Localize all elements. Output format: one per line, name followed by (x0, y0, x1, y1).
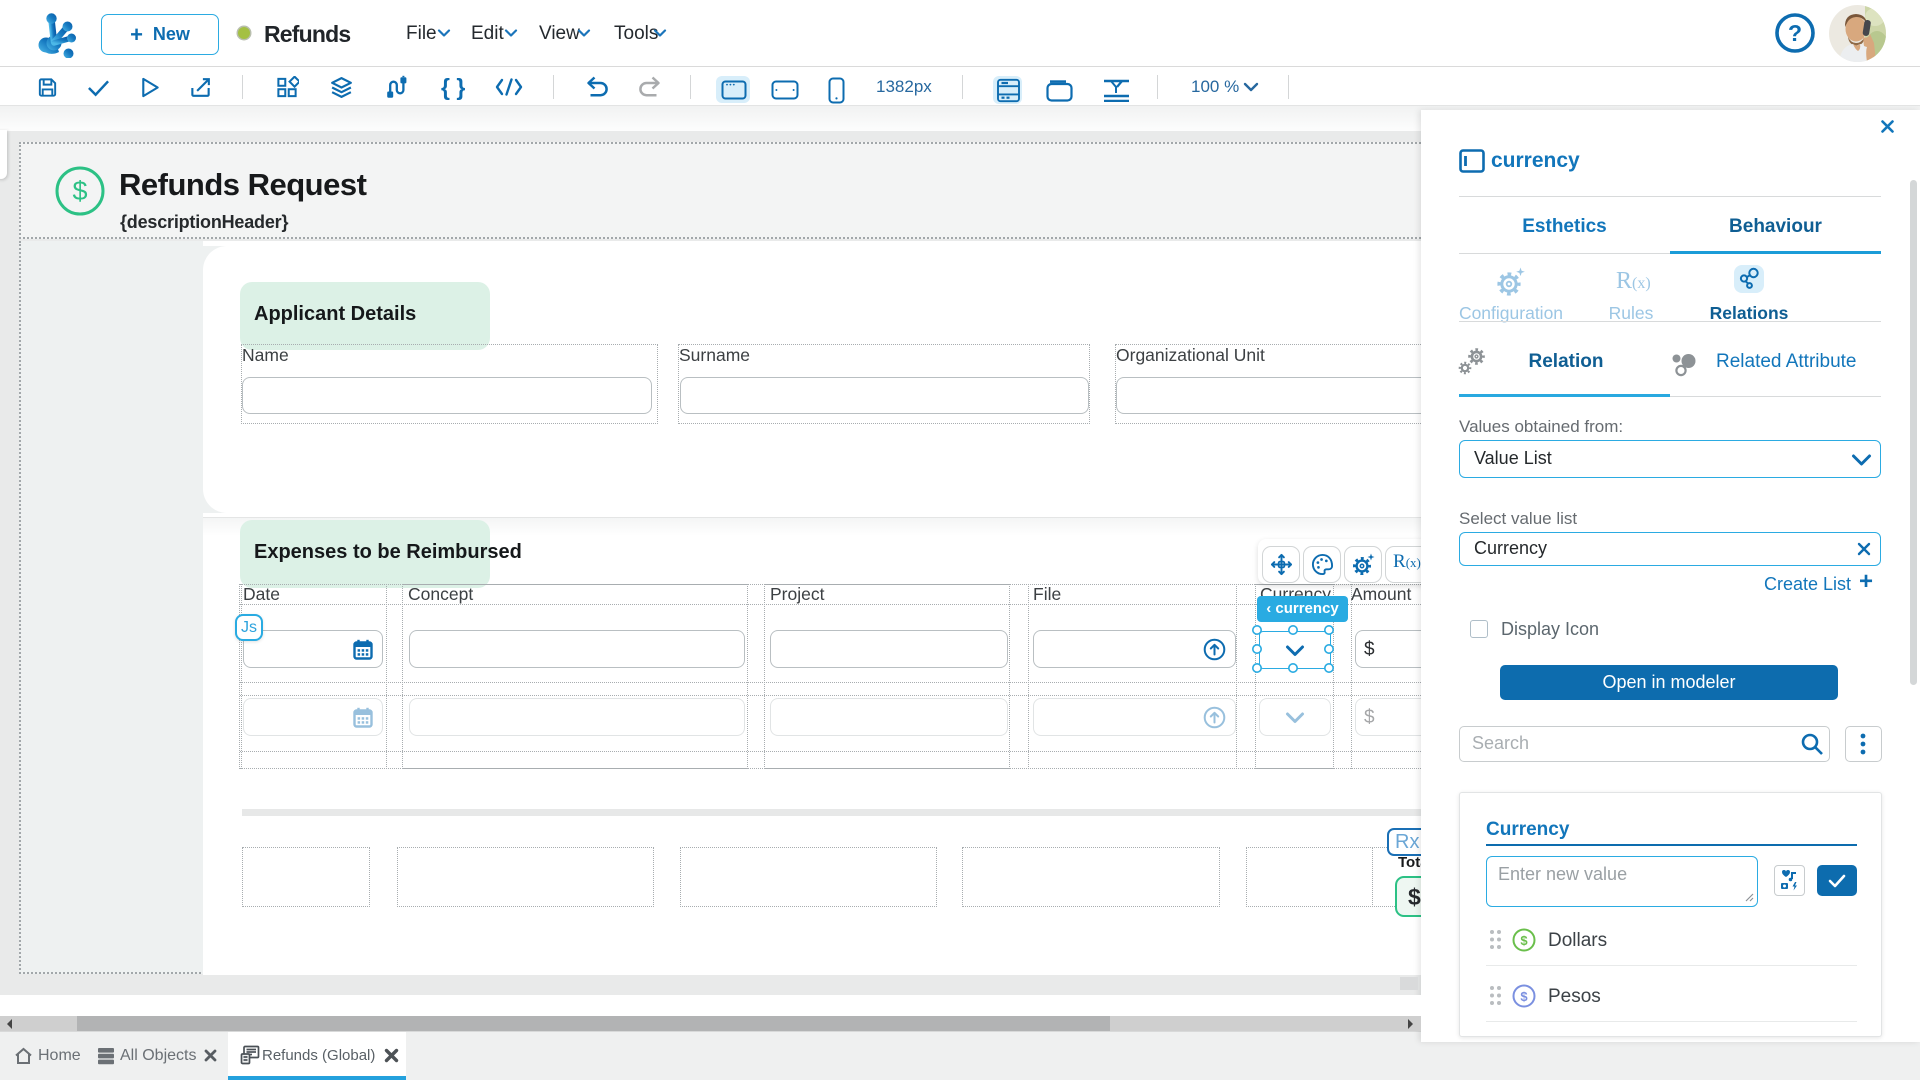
svg-text:$: $ (1520, 933, 1528, 948)
svg-text:$: $ (1520, 989, 1528, 1004)
svg-text:$: $ (72, 176, 87, 206)
svg-text:?: ? (1788, 20, 1802, 46)
